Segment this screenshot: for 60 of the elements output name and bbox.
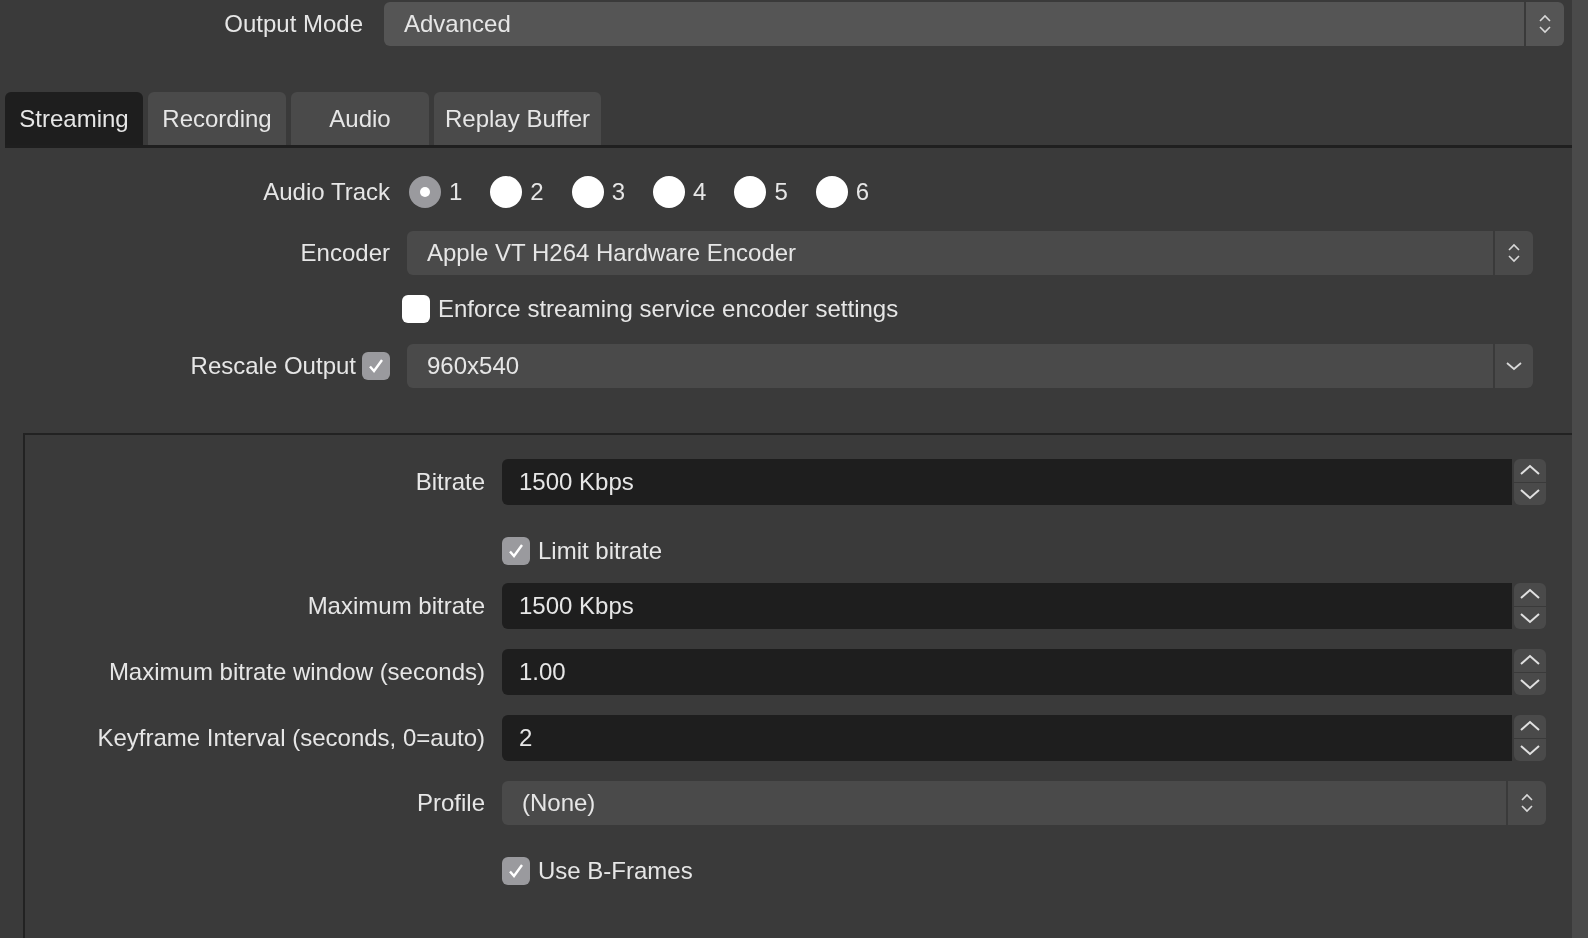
field-label: Profile	[415, 788, 485, 818]
increment-button[interactable]	[1514, 715, 1546, 738]
decrement-button[interactable]	[1514, 738, 1546, 761]
decrement-button[interactable]	[1514, 606, 1546, 629]
spin-box-field[interactable]: 1500 Kbps	[502, 583, 1512, 629]
chevron-down-icon	[1519, 487, 1541, 500]
profile-dropdown[interactable]: (None)	[502, 781, 1546, 825]
chevron-down-icon	[1505, 360, 1523, 372]
radio-label: 4	[693, 177, 707, 207]
decrement-button[interactable]	[1514, 672, 1546, 695]
field-label: Rescale Output	[190, 351, 356, 381]
chevron-up-icon	[1519, 588, 1541, 601]
checkbox[interactable]	[502, 537, 530, 565]
tab[interactable]: Streaming	[5, 92, 143, 145]
encoder-dropdown[interactable]: Apple VT H264 Hardware Encoder	[407, 231, 1533, 275]
output-mode-dropdown[interactable]: Advanced	[384, 2, 1564, 46]
field-label: Maximum bitrate	[306, 591, 485, 621]
field-label: Maximum bitrate window (seconds)	[107, 657, 485, 687]
radio-button[interactable]	[409, 176, 441, 208]
radio-button[interactable]	[490, 176, 523, 208]
checkmark-icon	[507, 862, 525, 880]
checkbox-label: Limit bitrate	[538, 536, 663, 566]
decrement-button[interactable]	[1514, 482, 1546, 505]
field-label: Keyframe Interval (seconds, 0=auto)	[96, 723, 485, 753]
radio-label: 5	[774, 177, 788, 207]
field-label: Bitrate	[414, 467, 485, 497]
radio-button[interactable]	[815, 176, 848, 208]
radio-label: 1	[449, 177, 463, 207]
radio-label: 3	[611, 177, 626, 207]
field-label: Output Mode	[223, 9, 364, 39]
field-label: Encoder	[299, 238, 390, 268]
field-label: Audio Track	[262, 177, 390, 207]
spin-box-field[interactable]: 1500 Kbps	[502, 459, 1512, 505]
radio-button[interactable]	[734, 176, 767, 208]
resolution-dropdown[interactable]: 960x540	[407, 344, 1533, 388]
chevron-up-icon	[1519, 654, 1541, 667]
increment-button[interactable]	[1514, 583, 1546, 606]
chevron-up-icon	[1519, 720, 1541, 733]
radio-label: 6	[855, 177, 870, 207]
checkbox-label: Enforce streaming service encoder settings	[438, 294, 899, 324]
checkbox[interactable]	[502, 857, 530, 885]
chevron-down-icon	[1519, 677, 1541, 690]
radio-button[interactable]	[571, 176, 604, 208]
radio-button[interactable]	[653, 176, 686, 208]
chevron-down-icon	[1519, 611, 1541, 624]
checkbox[interactable]	[362, 352, 390, 380]
checkbox-label: Use B-Frames	[538, 856, 693, 886]
checkmark-icon	[507, 542, 525, 560]
tab[interactable]: Replay Buffer	[434, 92, 601, 145]
increment-button[interactable]	[1514, 649, 1546, 672]
chevron-down-icon	[1519, 743, 1541, 756]
tab[interactable]: Audio	[291, 92, 429, 145]
checkmark-icon	[367, 357, 385, 375]
tab[interactable]: Recording	[148, 92, 286, 145]
checkbox[interactable]	[402, 295, 430, 323]
spin-box-field[interactable]: 2	[502, 715, 1512, 761]
radio-label: 2	[530, 177, 544, 207]
spin-box-field[interactable]: 1.00	[502, 649, 1512, 695]
chevron-up-icon	[1519, 464, 1541, 477]
increment-button[interactable]	[1514, 459, 1546, 482]
